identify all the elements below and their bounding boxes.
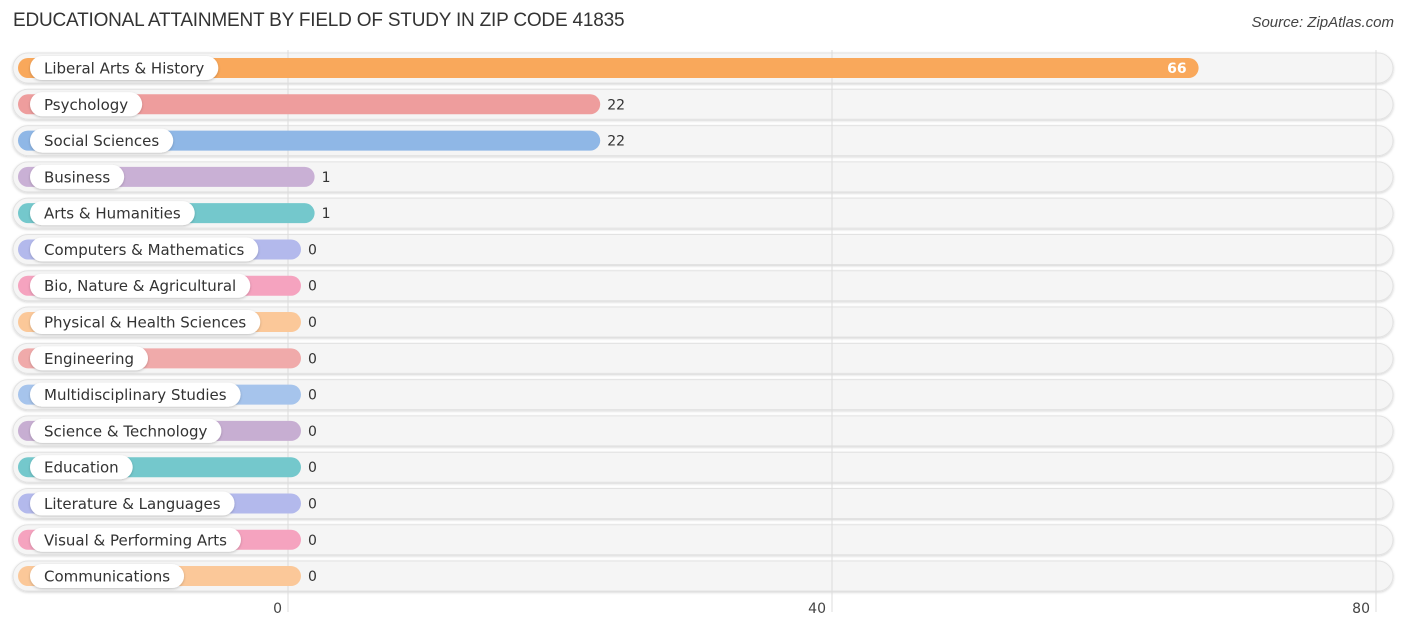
value-label: 0 — [308, 388, 317, 404]
bar-row: Literature & Languages 0 — [18, 491, 317, 516]
value-label: 0 — [308, 496, 317, 512]
bar-chart: Liberal Arts & History 66Psychology 22Soci… — [12, 50, 1394, 617]
bar-row: Bio, Nature & Agricultural 0 — [18, 273, 317, 298]
category-label: Visual & Performing Arts — [44, 531, 227, 549]
x-axis: 0 40 80 — [273, 601, 1370, 617]
bar-row: Communications 0 — [18, 564, 317, 589]
category-label: Physical & Health Sciences — [44, 314, 246, 332]
category-label: Communications — [44, 568, 170, 586]
value-label: 0 — [308, 351, 317, 367]
category-label: Engineering — [44, 350, 134, 368]
category-label: Psychology — [44, 96, 128, 114]
value-label: 0 — [308, 242, 317, 258]
category-label: Literature & Languages — [44, 495, 221, 513]
category-label: Arts & Humanities — [44, 205, 181, 223]
x-tick-label: 80 — [1352, 601, 1370, 617]
bar-row: Social Sciences 22 — [18, 128, 625, 153]
category-label: Multidisciplinary Studies — [44, 386, 227, 404]
value-label: 66 — [1167, 61, 1186, 77]
value-label: 0 — [308, 279, 317, 295]
x-tick-label: 0 — [273, 601, 282, 617]
value-label: 22 — [607, 134, 625, 150]
value-label: 1 — [322, 206, 331, 222]
bar-row: Business 1 — [18, 164, 331, 189]
value-label: 0 — [308, 533, 317, 549]
bar-row: Education 0 — [18, 455, 317, 480]
category-label: Liberal Arts & History — [44, 60, 204, 78]
category-label: Social Sciences — [44, 132, 159, 150]
bar-row: Psychology 22 — [18, 92, 625, 117]
value-label: 0 — [308, 569, 317, 585]
bar-row: Multidisciplinary Studies 0 — [18, 382, 317, 407]
bar-row: Computers & Mathematics 0 — [18, 237, 317, 262]
value-label: 0 — [308, 424, 317, 440]
category-label: Bio, Nature & Agricultural — [44, 277, 236, 295]
value-label: 0 — [308, 460, 317, 476]
value-label: 1 — [322, 170, 331, 186]
category-label: Science & Technology — [44, 422, 208, 440]
bar-row: Engineering 0 — [18, 346, 317, 371]
x-tick-label: 40 — [808, 601, 826, 617]
category-label: Education — [44, 459, 119, 477]
bar-row: Physical & Health Sciences 0 — [18, 310, 317, 335]
category-label: Computers & Mathematics — [44, 241, 244, 259]
category-label: Business — [44, 168, 110, 186]
bar-row: Visual & Performing Arts 0 — [18, 527, 317, 552]
bar-row: Liberal Arts & History 66 — [18, 56, 1199, 80]
value-label: 22 — [607, 97, 625, 113]
bar-row: Arts & Humanities 1 — [18, 201, 331, 226]
bar-row: Science & Technology 0 — [18, 418, 317, 443]
value-label: 0 — [308, 315, 317, 331]
